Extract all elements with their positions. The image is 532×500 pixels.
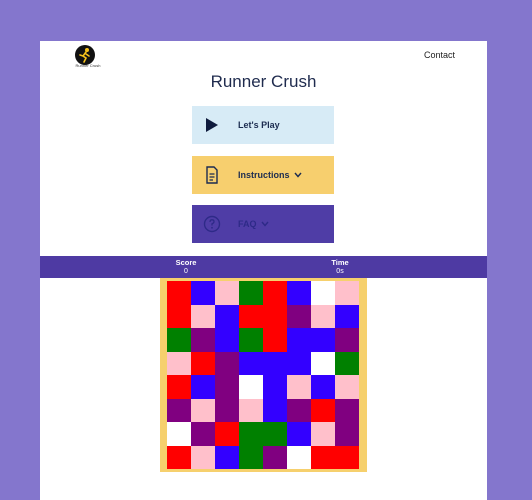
- board-cell-purple[interactable]: [263, 445, 287, 469]
- board-cell-green[interactable]: [239, 445, 263, 469]
- board-cell-pink[interactable]: [191, 445, 215, 469]
- board-cell-pink[interactable]: [335, 281, 359, 305]
- board-cell-purple[interactable]: [191, 422, 215, 446]
- board-cell-blue[interactable]: [335, 304, 359, 328]
- board-cell-red[interactable]: [239, 304, 263, 328]
- board-cell-blue[interactable]: [191, 375, 215, 399]
- board-cell-purple[interactable]: [335, 422, 359, 446]
- board-cell-pink[interactable]: [167, 351, 191, 375]
- board-cell-blue[interactable]: [311, 328, 335, 352]
- board-cell-blue[interactable]: [263, 375, 287, 399]
- board-cell-purple[interactable]: [215, 398, 239, 422]
- board-cell-blue[interactable]: [287, 281, 311, 305]
- board-cell-green[interactable]: [239, 281, 263, 305]
- board-cell-green[interactable]: [239, 422, 263, 446]
- instructions-label: Instructions: [238, 170, 290, 180]
- chevron-down-icon: [260, 219, 269, 229]
- board-cell-red[interactable]: [167, 375, 191, 399]
- board-cell-pink[interactable]: [191, 304, 215, 328]
- board-cell-red[interactable]: [167, 281, 191, 305]
- board-cell-pink[interactable]: [335, 375, 359, 399]
- score-stat: Score 0: [156, 258, 216, 275]
- faq-label-wrap: FAQ: [238, 205, 269, 243]
- board-cell-pink[interactable]: [311, 422, 335, 446]
- candy-grid: [167, 281, 359, 469]
- board-cell-purple[interactable]: [287, 398, 311, 422]
- time-value: 0s: [336, 268, 344, 275]
- board-cell-green[interactable]: [239, 328, 263, 352]
- board-cell-blue[interactable]: [287, 422, 311, 446]
- board-cell-purple[interactable]: [191, 328, 215, 352]
- board-cell-red[interactable]: [167, 445, 191, 469]
- score-bar: Score 0 Time 0s: [40, 256, 487, 278]
- board-cell-pink[interactable]: [191, 398, 215, 422]
- board-cell-purple[interactable]: [287, 304, 311, 328]
- board-cell-white[interactable]: [311, 281, 335, 305]
- board-cell-blue[interactable]: [311, 375, 335, 399]
- board-cell-green[interactable]: [167, 328, 191, 352]
- board-cell-blue[interactable]: [287, 351, 311, 375]
- board-cell-green[interactable]: [335, 351, 359, 375]
- board-cell-pink[interactable]: [311, 304, 335, 328]
- play-label: Let's Play: [238, 120, 280, 130]
- instructions-label-wrap: Instructions: [238, 156, 302, 194]
- score-value: 0: [184, 268, 188, 275]
- question-circle-icon: [202, 214, 222, 234]
- board-cell-purple[interactable]: [167, 398, 191, 422]
- logo-text: Runner Crush: [75, 63, 101, 68]
- play-icon: [202, 115, 222, 135]
- board-cell-blue[interactable]: [215, 445, 239, 469]
- board-cell-blue[interactable]: [215, 328, 239, 352]
- board-cell-white[interactable]: [167, 422, 191, 446]
- score-label: Score: [175, 258, 197, 267]
- instructions-button[interactable]: Instructions: [192, 156, 334, 194]
- board-cell-pink[interactable]: [239, 398, 263, 422]
- time-stat: Time 0s: [310, 258, 370, 275]
- faq-button[interactable]: FAQ: [192, 205, 334, 243]
- board-cell-blue[interactable]: [263, 351, 287, 375]
- board-cell-white[interactable]: [311, 351, 335, 375]
- board-cell-pink[interactable]: [287, 375, 311, 399]
- board-cell-purple[interactable]: [335, 398, 359, 422]
- board-cell-red[interactable]: [191, 351, 215, 375]
- board-cell-red[interactable]: [335, 445, 359, 469]
- chevron-down-icon: [293, 170, 302, 180]
- document-icon: [202, 165, 222, 185]
- contact-link[interactable]: Contact: [424, 50, 455, 60]
- game-board: [160, 278, 367, 472]
- board-cell-red[interactable]: [263, 304, 287, 328]
- board-cell-blue[interactable]: [263, 398, 287, 422]
- board-cell-blue[interactable]: [191, 281, 215, 305]
- board-cell-purple[interactable]: [335, 328, 359, 352]
- board-cell-purple[interactable]: [215, 375, 239, 399]
- faq-label: FAQ: [238, 219, 257, 229]
- board-cell-white[interactable]: [287, 445, 311, 469]
- board-cell-red[interactable]: [215, 422, 239, 446]
- board-cell-blue[interactable]: [215, 304, 239, 328]
- board-cell-green[interactable]: [263, 422, 287, 446]
- board-cell-purple[interactable]: [215, 351, 239, 375]
- play-button[interactable]: Let's Play: [192, 106, 334, 144]
- board-cell-blue[interactable]: [239, 351, 263, 375]
- board-cell-pink[interactable]: [215, 281, 239, 305]
- board-cell-white[interactable]: [239, 375, 263, 399]
- board-cell-blue[interactable]: [287, 328, 311, 352]
- board-cell-red[interactable]: [167, 304, 191, 328]
- page-title: Runner Crush: [210, 72, 317, 91]
- board-cell-red[interactable]: [263, 281, 287, 305]
- board-cell-red[interactable]: [311, 398, 335, 422]
- board-cell-red[interactable]: [311, 445, 335, 469]
- main-card: Runner Crush Contact Runner Crush Let's …: [40, 41, 487, 500]
- time-label: Time: [331, 258, 349, 267]
- board-cell-red[interactable]: [263, 328, 287, 352]
